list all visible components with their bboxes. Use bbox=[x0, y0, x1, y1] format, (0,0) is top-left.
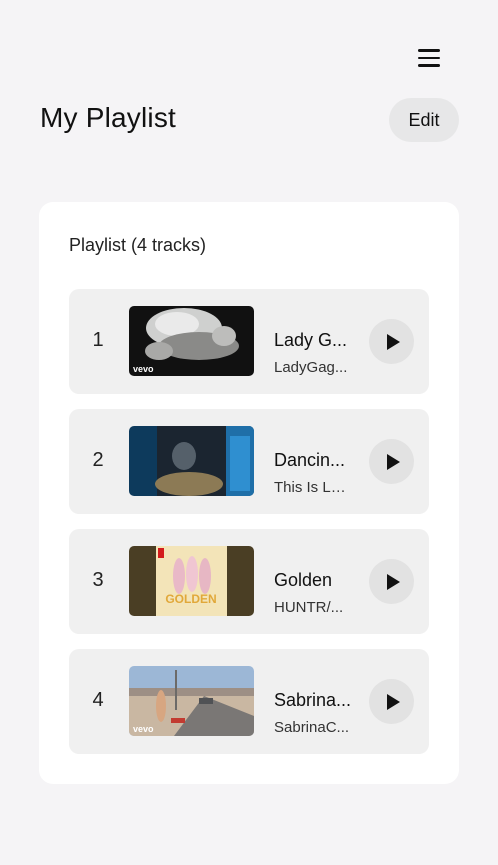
track-thumbnail: vevo bbox=[129, 306, 254, 376]
play-icon bbox=[387, 453, 400, 470]
playlist-heading: Playlist (4 tracks) bbox=[69, 235, 207, 255]
track-artist: This Is Lo... bbox=[274, 479, 350, 496]
play-icon bbox=[387, 573, 400, 590]
track-row[interactable]: 3 GOLDEN Golden HUNTR/... bbox=[69, 529, 429, 634]
track-number: 2 bbox=[92, 449, 104, 471]
track-title: Sabrina... bbox=[274, 690, 352, 710]
app-screen: My Playlist Edit Playlist (4 tracks) 1 v… bbox=[0, 0, 498, 865]
track-artist: LadyGag... bbox=[274, 359, 348, 376]
play-icon bbox=[387, 333, 400, 350]
track-number: 4 bbox=[92, 689, 104, 711]
track-title: Golden bbox=[274, 570, 333, 590]
track-number: 3 bbox=[92, 569, 104, 591]
play-icon bbox=[387, 693, 400, 710]
playlist-card: Playlist (4 tracks) 1 vevo Lady G... Lad… bbox=[39, 202, 459, 784]
track-row[interactable]: 1 vevo Lady G... LadyGag... bbox=[69, 289, 429, 394]
play-button[interactable] bbox=[369, 439, 414, 484]
track-thumbnail: GOLDEN bbox=[129, 546, 254, 616]
hamburger-menu-icon[interactable] bbox=[413, 44, 445, 72]
track-title: Lady G... bbox=[274, 330, 348, 350]
track-thumbnail: vevo bbox=[129, 666, 254, 736]
play-button[interactable] bbox=[369, 679, 414, 724]
golden-badge: GOLDEN bbox=[165, 592, 216, 606]
vevo-badge: vevo bbox=[133, 724, 154, 734]
track-artist: SabrinaC... bbox=[274, 719, 350, 736]
track-row[interactable]: 4 vevo Sabrina... SabrinaC... bbox=[69, 649, 429, 754]
play-button[interactable] bbox=[369, 319, 414, 364]
track-number: 1 bbox=[92, 329, 104, 351]
play-button[interactable] bbox=[369, 559, 414, 604]
track-row[interactable]: 2 Dancin... This Is Lo... bbox=[69, 409, 429, 514]
vevo-badge: vevo bbox=[133, 364, 154, 374]
edit-button[interactable]: Edit bbox=[389, 98, 459, 142]
page-title: My Playlist bbox=[40, 102, 176, 133]
track-artist: HUNTR/... bbox=[274, 599, 344, 616]
track-thumbnail bbox=[129, 426, 254, 496]
track-title: Dancin... bbox=[274, 450, 346, 470]
